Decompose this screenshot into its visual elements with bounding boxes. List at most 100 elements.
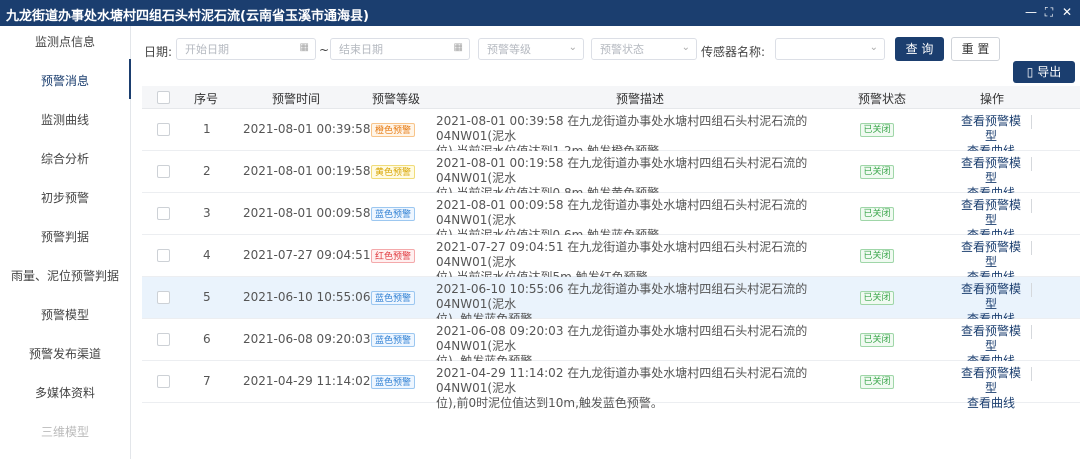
maximize-icon[interactable]: ⛶: [1042, 4, 1056, 20]
action-divider: [1031, 325, 1032, 339]
chevron-down-icon: ⌄: [568, 42, 577, 53]
table-row[interactable]: 2 2021-08-01 00:19:58 黄色预警 2021-08-01 00:19…: [142, 151, 1080, 200]
sidebar-item-warning-model[interactable]: 预警模型: [0, 305, 130, 325]
row-time: 2021-04-29 11:14:02: [243, 374, 371, 388]
table-row[interactable]: 6 2021-06-08 09:20:03 蓝色预警 2021-06-08 09:20…: [142, 319, 1080, 368]
action-divider: [1031, 283, 1032, 297]
action-divider: [1031, 199, 1032, 213]
table-row[interactable]: 1 2021-08-01 00:39:58 橙色预警 2021-08-01 00:39…: [142, 109, 1080, 158]
close-icon[interactable]: ✕: [1060, 4, 1074, 20]
view-warning-model-link[interactable]: 查看预警模型: [956, 114, 1026, 144]
table-row[interactable]: 3 2021-08-01 00:09:58 蓝色预警 2021-08-01 00:09…: [142, 193, 1080, 242]
sidebar-item-monitor-curve[interactable]: 监测曲线: [0, 110, 130, 130]
description-line-1: 2021-08-01 00:39:58 在九龙街道办事处水塘村四组石头村泥石流的…: [436, 114, 808, 143]
description-line-2: 位),前0时泥位值达到10m,触发蓝色预警。: [436, 396, 663, 410]
row-time: 2021-06-10 10:55:06: [243, 290, 371, 304]
start-date-field[interactable]: ▦: [176, 38, 316, 60]
header-status: 预警状态: [858, 92, 907, 106]
row-description: 2021-04-29 11:14:02 在九龙街道办事处水塘村四组石头村泥石流的…: [436, 366, 844, 411]
sensor-name-label: 传感器名称:: [701, 45, 766, 59]
status-badge: 已关闭: [860, 165, 894, 179]
description-line-1: 2021-08-01 00:09:58 在九龙街道办事处水塘村四组石头村泥石流的…: [436, 198, 808, 227]
chevron-down-icon: ⌄: [869, 42, 878, 53]
status-badge: 已关闭: [860, 249, 894, 263]
row-no: 1: [203, 122, 211, 136]
warning-level-badge: 蓝色预警: [371, 375, 415, 389]
action-divider: [1031, 157, 1032, 171]
warning-level-select[interactable]: ⌄: [478, 38, 584, 60]
sidebar-item-analysis[interactable]: 综合分析: [0, 149, 130, 169]
sensor-name-input[interactable]: [776, 39, 884, 59]
sensor-name-select[interactable]: ⌄: [775, 38, 885, 60]
table-header: 序号 预警时间 预警等级 预警描述 预警状态 操作: [142, 86, 1080, 109]
description-line-1: 2021-07-27 09:04:51 在九龙街道办事处水塘村四组石头村泥石流的…: [436, 240, 808, 269]
action-divider: [1031, 241, 1032, 255]
title-bar: 九龙街道办事处水塘村四组石头村泥石流(云南省玉溪市通海县) — ⛶ ✕: [0, 0, 1080, 26]
sidebar-item-3d-model: 三维模型: [40, 425, 89, 439]
warning-level-input[interactable]: [479, 39, 583, 59]
description-line-1: 2021-04-29 11:14:02 在九龙街道办事处水塘村四组石头村泥石流的…: [436, 366, 808, 395]
sidebar-item-monitor-info[interactable]: 监测点信息: [0, 32, 130, 52]
minimize-icon[interactable]: —: [1024, 4, 1038, 20]
description-line-1: 2021-06-10 10:55:06 在九龙街道办事处水塘村四组石头村泥石流的…: [436, 282, 808, 311]
calendar-icon: ▦: [453, 42, 463, 53]
select-all-checkbox[interactable]: [157, 91, 170, 104]
end-date-field[interactable]: ▦: [330, 38, 470, 60]
row-checkbox[interactable]: [157, 165, 170, 178]
action-divider: [1031, 115, 1032, 129]
status-badge: 已关闭: [860, 333, 894, 347]
view-warning-model-link[interactable]: 查看预警模型: [956, 240, 1026, 270]
export-button[interactable]: ▯ 导出: [1013, 61, 1075, 83]
row-time: 2021-06-08 09:20:03: [243, 332, 371, 346]
row-no: 4: [203, 248, 211, 262]
warning-status-input[interactable]: [592, 39, 696, 59]
status-badge: 已关闭: [860, 207, 894, 221]
warning-level-badge: 红色预警: [371, 249, 415, 263]
warning-level-badge: 蓝色预警: [371, 207, 415, 221]
sidebar-item-rain-level-criteria[interactable]: 雨量、泥位预警判据: [0, 266, 130, 286]
view-warning-model-link[interactable]: 查看预警模型: [956, 366, 1026, 396]
description-line-1: 2021-08-01 00:19:58 在九龙街道办事处水塘村四组石头村泥石流的…: [436, 156, 808, 185]
sidebar-item-warning-messages[interactable]: 预警消息: [0, 59, 131, 99]
row-checkbox[interactable]: [157, 291, 170, 304]
end-date-input[interactable]: [331, 39, 469, 59]
warning-status-select[interactable]: ⌄: [591, 38, 697, 60]
sidebar-item-publish-channel[interactable]: 预警发布渠道: [0, 344, 130, 364]
export-label: 导出: [1037, 65, 1062, 79]
view-warning-model-link[interactable]: 查看预警模型: [956, 282, 1026, 312]
document-icon: ▯: [1026, 65, 1034, 79]
row-time: 2021-08-01 00:09:58: [243, 206, 371, 220]
warning-level-badge: 蓝色预警: [371, 291, 415, 305]
view-warning-model-link[interactable]: 查看预警模型: [956, 156, 1026, 186]
warning-level-badge: 蓝色预警: [371, 333, 415, 347]
row-no: 7: [203, 374, 211, 388]
query-button[interactable]: 查 询: [895, 37, 944, 61]
description-line-1: 2021-06-08 09:20:03 在九龙街道办事处水塘村四组石头村泥石流的…: [436, 324, 808, 353]
row-no: 3: [203, 206, 211, 220]
row-checkbox[interactable]: [157, 333, 170, 346]
sidebar-item-warning-criteria[interactable]: 预警判据: [0, 227, 130, 247]
table-row[interactable]: 5 2021-06-10 10:55:06 蓝色预警 2021-06-10 10:55…: [142, 277, 1080, 326]
sidebar-item-initial-warning[interactable]: 初步预警: [0, 188, 130, 208]
window-controls: — ⛶ ✕: [1024, 4, 1074, 20]
view-warning-model-link[interactable]: 查看预警模型: [956, 324, 1026, 354]
action-divider: [1031, 367, 1032, 381]
row-time: 2021-07-27 09:04:51: [243, 248, 371, 262]
reset-button[interactable]: 重 置: [951, 37, 1000, 61]
row-no: 6: [203, 332, 211, 346]
view-curve-link[interactable]: 查看曲线: [956, 396, 1026, 411]
start-date-input[interactable]: [177, 39, 315, 59]
sidebar-item-media[interactable]: 多媒体资料: [0, 383, 130, 403]
row-actions: 查看预警模型查看曲线: [956, 366, 1026, 411]
row-checkbox[interactable]: [157, 375, 170, 388]
warning-level-badge: 黄色预警: [371, 165, 415, 179]
row-checkbox[interactable]: [157, 123, 170, 136]
status-badge: 已关闭: [860, 291, 894, 305]
row-checkbox[interactable]: [157, 207, 170, 220]
view-warning-model-link[interactable]: 查看预警模型: [956, 198, 1026, 228]
row-checkbox[interactable]: [157, 249, 170, 262]
header-level: 预警等级: [372, 92, 421, 106]
table-row[interactable]: 7 2021-04-29 11:14:02 蓝色预警 2021-04-29 11:14…: [142, 361, 1080, 410]
table-row[interactable]: 4 2021-07-27 09:04:51 红色预警 2021-07-27 09:04…: [142, 235, 1080, 284]
row-time: 2021-08-01 00:39:58: [243, 122, 371, 136]
